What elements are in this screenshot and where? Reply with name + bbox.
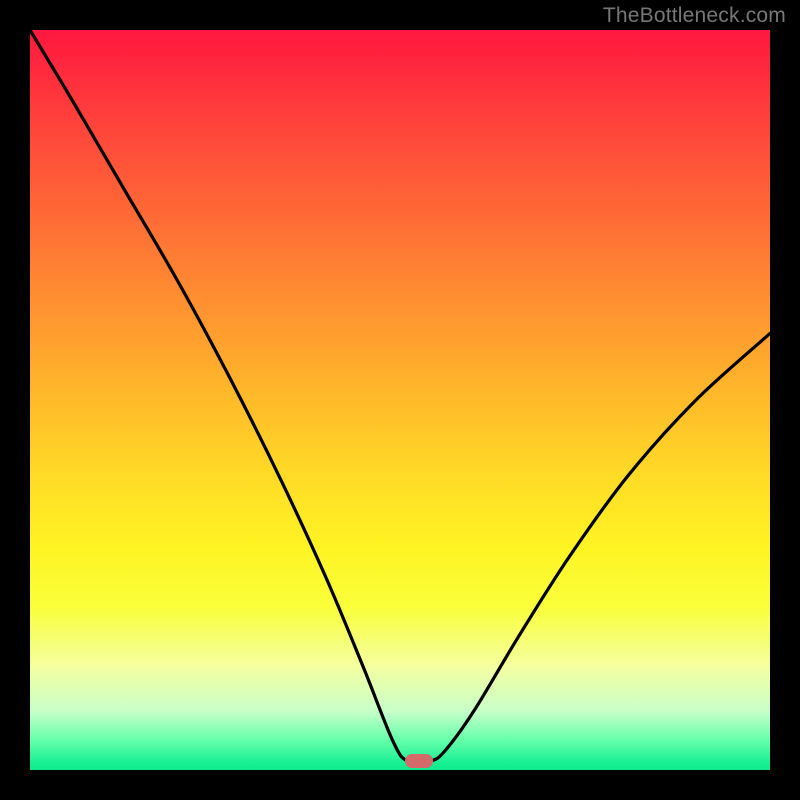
bottleneck-curve	[30, 30, 770, 770]
optimum-marker	[405, 754, 433, 768]
plot-area	[30, 30, 770, 770]
chart-frame: TheBottleneck.com	[0, 0, 800, 800]
watermark-text: TheBottleneck.com	[603, 4, 786, 28]
